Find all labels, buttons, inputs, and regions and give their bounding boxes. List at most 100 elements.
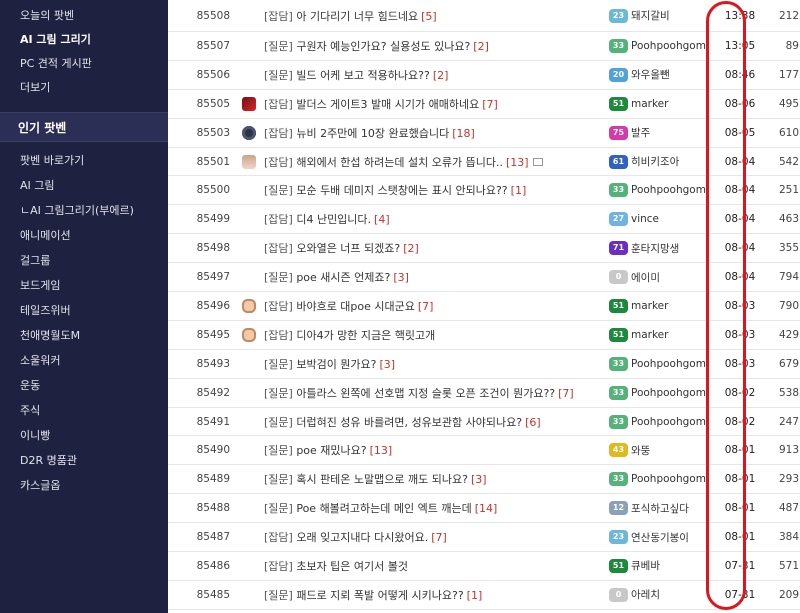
- sidebar-popular-item[interactable]: 주식: [0, 398, 168, 423]
- sidebar-item[interactable]: AI 그림 그리기: [0, 28, 168, 52]
- post-author[interactable]: 33 Poohpoohgom: [609, 183, 717, 198]
- comment-count[interactable]: [14]: [475, 502, 498, 515]
- post-author[interactable]: 51 marker: [609, 298, 717, 313]
- sidebar-popular-item[interactable]: 카스글옵: [0, 473, 168, 498]
- post-title-link[interactable]: [질문] poe 재밌나요? [13]: [264, 442, 609, 458]
- table-row[interactable]: 85508 [잡담] 아 기다리기 너무 힘드네요 [5] 23 돼지갈비 13:38 21…: [168, 0, 800, 32]
- table-row[interactable]: 85496 [잡담] 바야흐로 대poe 시대군요 [7] 51 marker 08-03…: [168, 292, 800, 321]
- post-author[interactable]: 75 발주: [609, 125, 717, 140]
- post-title-link[interactable]: [질문] 모순 두배 데미지 스탯창에는 표시 안되나요?? [1]: [264, 182, 609, 198]
- post-author[interactable]: 20 와우올뺀: [609, 67, 717, 82]
- sidebar-popular-item[interactable]: 걸그룹: [0, 248, 168, 273]
- sidebar-popular-item[interactable]: 테일즈위버: [0, 298, 168, 323]
- table-row[interactable]: 85498 [잡담] 오와열은 너프 되겠죠? [2] 71 훈타지망생 08-04 355: [168, 234, 800, 264]
- post-title-link[interactable]: [잡담] 뉴비 2주만에 10장 완료했습니다 [18]: [264, 125, 609, 141]
- post-title-link[interactable]: [잡담] 바야흐로 대poe 시대군요 [7]: [264, 298, 609, 314]
- sidebar-popular-item[interactable]: 운동: [0, 373, 168, 398]
- post-title-link[interactable]: [질문] 더럽혀진 성유 바를려면, 성유보관함 사야되나요? [6]: [264, 414, 609, 430]
- comment-count[interactable]: [7]: [418, 300, 434, 313]
- post-title-link[interactable]: [질문] 아틀라스 왼쪽에 선호맵 지정 슬롯 오픈 조건이 뭔가요?? [7]: [264, 385, 609, 401]
- post-author[interactable]: 12 포식하고싶다: [609, 501, 717, 516]
- post-title-link[interactable]: [질문] poe 새시즌 언제죠? [3]: [264, 269, 609, 285]
- post-author[interactable]: 51 큐베바: [609, 558, 717, 573]
- comment-count[interactable]: [4]: [374, 213, 390, 226]
- post-author[interactable]: 33 Poohpoohgom: [609, 356, 717, 371]
- table-row[interactable]: 85490 [질문] poe 재밌나요? [13] 43 와뚱 08-01 913: [168, 436, 800, 466]
- comment-count[interactable]: [1]: [467, 589, 483, 602]
- post-title-link[interactable]: [질문] 혹시 판테온 노말맵으로 깨도 되나요? [3]: [264, 471, 609, 487]
- comment-count[interactable]: [6]: [525, 416, 541, 429]
- post-title-link[interactable]: [질문] Poe 해볼려고하는데 메인 엑트 깨는데 [14]: [264, 500, 609, 516]
- comment-count[interactable]: [3]: [471, 473, 487, 486]
- comment-count[interactable]: [13]: [506, 156, 529, 169]
- post-author[interactable]: 33 Poohpoohgom: [609, 385, 717, 400]
- sidebar-item[interactable]: 더보기: [0, 76, 168, 100]
- table-row[interactable]: 85503 [잡담] 뉴비 2주만에 10장 완료했습니다 [18] 75 발주 08-0…: [168, 119, 800, 148]
- post-author[interactable]: 43 와뚱: [609, 443, 717, 458]
- table-row[interactable]: 85507 [질문] 구원자 예능인가요? 실용성도 있나요? [2] 33 Poohp…: [168, 32, 800, 61]
- table-row[interactable]: 85492 [질문] 아틀라스 왼쪽에 선호맵 지정 슬롯 오픈 조건이 뭔가요?…: [168, 379, 800, 408]
- sidebar-popular-item[interactable]: 천애명월도M: [0, 323, 168, 348]
- sidebar-popular-item[interactable]: 이니빵: [0, 423, 168, 448]
- comment-count[interactable]: [2]: [403, 242, 419, 255]
- comment-count[interactable]: [5]: [421, 10, 437, 23]
- sidebar-popular-item[interactable]: D2R 명품관: [0, 448, 168, 473]
- sidebar-popular-item[interactable]: 애니메이션: [0, 223, 168, 248]
- comment-count[interactable]: [3]: [380, 358, 396, 371]
- post-author[interactable]: 61 히비키조아: [609, 154, 717, 169]
- sidebar-item[interactable]: 오늘의 팟벤: [0, 4, 168, 28]
- comment-count[interactable]: [18]: [452, 127, 475, 140]
- post-title-link[interactable]: [잡담] 디4 난민입니다. [4]: [264, 211, 609, 227]
- post-author[interactable]: 0 아레치: [609, 587, 717, 602]
- post-author[interactable]: 33 Poohpoohgom: [609, 472, 717, 487]
- sidebar-popular-item[interactable]: ㄴAI 그림그리기(부에르): [0, 198, 168, 223]
- post-author[interactable]: 33 Poohpoohgom: [609, 414, 717, 429]
- post-author[interactable]: 27 vince: [609, 212, 717, 227]
- table-row[interactable]: 85506 [질문] 빌드 어케 보고 적용하나요?? [2] 20 와우올뺀 08:46…: [168, 61, 800, 90]
- post-title-link[interactable]: [잡담] 오와열은 너프 되겠죠? [2]: [264, 240, 609, 256]
- table-row[interactable]: 85493 [질문] 보박검이 뭔가요? [3] 33 Poohpoohgom 08-03…: [168, 350, 800, 379]
- post-title-link[interactable]: [잡담] 아 기다리기 너무 힘드네요 [5]: [264, 8, 609, 24]
- comment-count[interactable]: [13]: [370, 444, 393, 457]
- post-title-link[interactable]: [질문] 구원자 예능인가요? 실용성도 있나요? [2]: [264, 38, 609, 54]
- post-title-link[interactable]: [잡담] 초보자 팁은 여기서 볼것: [264, 558, 609, 574]
- comment-count[interactable]: [3]: [393, 271, 409, 284]
- post-title-link[interactable]: [잡담] 오래 잊고지내다 다시왔어요. [7]: [264, 529, 609, 545]
- table-row[interactable]: 85505 [잡담] 발더스 게이트3 발매 시기가 애매하네요 [7] 51 mark…: [168, 90, 800, 119]
- post-author[interactable]: 23 돼지갈비: [609, 8, 717, 23]
- post-author[interactable]: 23 연산동기봉이: [609, 530, 717, 545]
- post-title-link[interactable]: [질문] 빌드 어케 보고 적용하나요?? [2]: [264, 67, 609, 83]
- comment-count[interactable]: [7]: [558, 387, 574, 400]
- post-title-link[interactable]: [잡담] 디아4가 망한 지금은 핵릿고개: [264, 327, 609, 343]
- post-author[interactable]: 71 훈타지망생: [609, 241, 717, 256]
- sidebar-popular-item[interactable]: AI 그림: [0, 173, 168, 198]
- table-row[interactable]: 85489 [질문] 혹시 판테온 노말맵으로 깨도 되나요? [3] 33 Poohp…: [168, 465, 800, 495]
- table-row[interactable]: 85500 [질문] 모순 두배 데미지 스탯창에는 표시 안되나요?? [1] 33…: [168, 176, 800, 206]
- table-row[interactable]: 85488 [질문] Poe 해볼려고하는데 메인 엑트 깨는데 [14] 12 포식하…: [168, 494, 800, 524]
- table-row[interactable]: 85485 [질문] 패드로 지뢰 폭발 어떻게 시키나요?? [1] 0 아레치 07-…: [168, 581, 800, 610]
- table-row[interactable]: 85499 [잡담] 디4 난민입니다. [4] 27 vince 08-04 463: [168, 205, 800, 235]
- post-author[interactable]: 33 Poohpoohgom: [609, 38, 717, 53]
- post-title-link[interactable]: [잡담] 발더스 게이트3 발매 시기가 애매하네요 [7]: [264, 96, 609, 112]
- post-title-link[interactable]: [잡담] 해외에서 한섭 하려는데 설치 오류가 뜹니다.. [13]: [264, 154, 609, 170]
- table-row[interactable]: 85491 [질문] 더럽혀진 성유 바를려면, 성유보관함 사야되나요? [6] 3…: [168, 408, 800, 437]
- comment-count[interactable]: [2]: [473, 40, 489, 53]
- post-author[interactable]: 51 marker: [609, 327, 717, 342]
- sidebar-popular-item[interactable]: 팟벤 바로가기: [0, 148, 168, 173]
- table-row[interactable]: 85497 [질문] poe 새시즌 언제죠? [3] 0 에이미 08-04 794: [168, 263, 800, 293]
- comment-count[interactable]: [7]: [482, 98, 498, 111]
- table-row[interactable]: 85486 [잡담] 초보자 팁은 여기서 볼것 51 큐베바 07-31 571: [168, 552, 800, 581]
- post-author[interactable]: 51 marker: [609, 96, 717, 111]
- sidebar-item[interactable]: PC 견적 게시판: [0, 52, 168, 76]
- comment-count[interactable]: [1]: [511, 184, 527, 197]
- post-author[interactable]: 0 에이미: [609, 270, 717, 285]
- sidebar-popular-item[interactable]: 소울워커: [0, 348, 168, 373]
- sidebar-popular-item[interactable]: 보드게임: [0, 273, 168, 298]
- post-title-link[interactable]: [질문] 패드로 지뢰 폭발 어떻게 시키나요?? [1]: [264, 587, 609, 603]
- table-row[interactable]: 85501 [잡담] 해외에서 한섭 하려는데 설치 오류가 뜹니다.. [13] 6…: [168, 148, 800, 177]
- comment-count[interactable]: [2]: [433, 69, 449, 82]
- table-row[interactable]: 85487 [잡담] 오래 잊고지내다 다시왔어요. [7] 23 연산동기봉이 08-0…: [168, 523, 800, 553]
- table-row[interactable]: 85495 [잡담] 디아4가 망한 지금은 핵릿고개 51 marker 08-03 4…: [168, 321, 800, 350]
- comment-count[interactable]: [7]: [431, 531, 447, 544]
- post-title-link[interactable]: [질문] 보박검이 뭔가요? [3]: [264, 356, 609, 372]
